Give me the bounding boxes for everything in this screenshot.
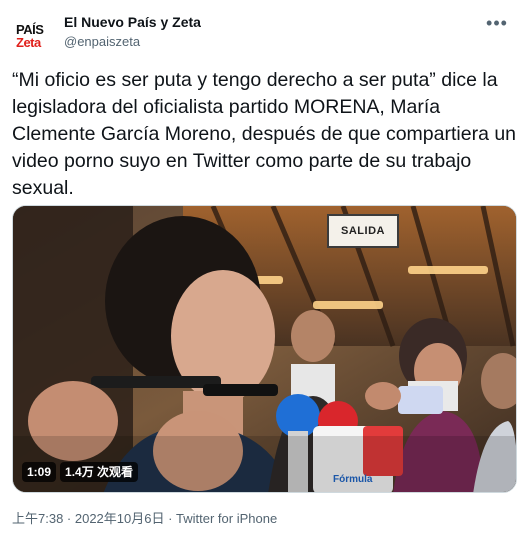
meta-separator: · [164, 511, 177, 526]
tweet-client[interactable]: Twitter for iPhone [176, 511, 277, 526]
tweet-text: “Mi oficio es ser puta y tengo derecho a… [12, 69, 517, 199]
author-name[interactable]: El Nuevo País y Zeta [64, 14, 201, 30]
tweet-meta: 上午7:38 · 2022年10月6日 · Twitter for iPhone [12, 508, 277, 527]
tweet-timestamp[interactable]: 上午7:38 · 2022年10月6日 [12, 511, 164, 526]
author-handle[interactable]: @enpaiszeta [64, 34, 140, 49]
avatar[interactable]: PAÍS Zeta [12, 14, 52, 54]
video-views: 1.4万 次观看 [60, 462, 139, 482]
tweet-card: PAÍS Zeta El Nuevo País y Zeta @enpaisze… [0, 0, 525, 533]
video-media[interactable]: SALIDA Fórmula [12, 205, 517, 493]
video-duration: 1:09 [22, 462, 57, 482]
exit-sign: SALIDA [327, 214, 399, 248]
video-badges: 1:09 1.4万 次观看 [22, 462, 139, 482]
avatar-logo-line2: Zeta [16, 35, 41, 50]
video-frame [13, 206, 516, 492]
mic-brand-label: Fórmula [333, 474, 373, 485]
more-horizontal-icon[interactable]: ••• [484, 12, 510, 34]
